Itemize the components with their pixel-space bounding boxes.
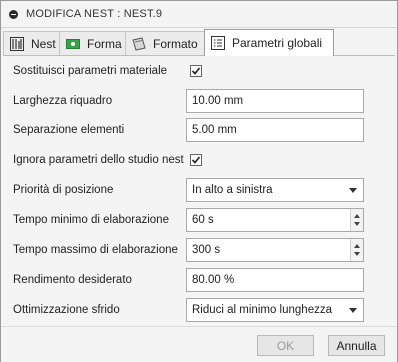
tab-formato[interactable]: Formato (125, 31, 205, 55)
tab-label: Formato (153, 36, 198, 51)
dialog: MODIFICA NEST : NEST.9 Nest Forma Format… (0, 0, 398, 362)
tab-label: Parametri globali (232, 36, 323, 50)
decrement-icon[interactable] (354, 252, 360, 256)
field-label: Sostituisci parametri materiale (13, 65, 168, 77)
field-label: Rendimento desiderato (13, 274, 132, 286)
tab-forma[interactable]: Forma (59, 31, 126, 55)
tab-parametri-globali[interactable]: Parametri globali (204, 29, 334, 56)
list-icon (211, 36, 225, 50)
field-label: Ottimizzazione sfrido (13, 304, 120, 316)
field-label: Ignora parametri dello studio nest (13, 154, 184, 166)
row-frame-width: Larghezza riquadro (13, 88, 112, 114)
decrement-icon[interactable] (354, 222, 360, 226)
material-override-checkbox[interactable] (190, 65, 202, 77)
tab-nest[interactable]: Nest (3, 31, 60, 55)
field-label: Priorità di posizione (13, 184, 114, 196)
field-label: Tempo massimo di elaborazione (13, 244, 178, 256)
dialog-title: MODIFICA NEST : NEST.9 (26, 8, 163, 20)
tab-label: Forma (87, 36, 122, 51)
field-value: 10.00 mm (192, 95, 244, 107)
sheet-icon (132, 36, 146, 51)
row-max-time: Tempo massimo di elaborazione (13, 237, 178, 263)
spinner[interactable] (350, 209, 363, 231)
field-value: In alto a sinistra (192, 184, 273, 196)
title-bar: MODIFICA NEST : NEST.9 (1, 1, 397, 28)
chevron-down-icon (349, 308, 357, 313)
tab-label: Nest (31, 36, 56, 51)
increment-icon[interactable] (354, 244, 360, 248)
shape-icon (66, 37, 80, 51)
chevron-down-icon (349, 188, 357, 193)
field-value: 60 s (192, 214, 214, 226)
spinner[interactable] (350, 239, 363, 261)
tab-strip: Nest Forma Formato Parametri globali (3, 28, 395, 56)
checkmark-icon (191, 156, 201, 164)
row-scrap-optimization: Ottimizzazione sfrido (13, 297, 120, 323)
row-ignore-study: Ignora parametri dello studio nest (13, 147, 184, 173)
checkmark-icon (191, 67, 201, 75)
row-material-override: Sostituisci parametri materiale (13, 58, 167, 84)
frame-width-input[interactable]: 10.00 mm (186, 89, 364, 113)
min-time-stepper[interactable]: 60 s (186, 208, 364, 232)
collapse-icon[interactable] (9, 9, 18, 19)
field-label: Separazione elementi (13, 124, 125, 136)
row-min-time: Tempo minimo di elaborazione (13, 207, 169, 233)
field-label: Larghezza riquadro (13, 95, 113, 107)
scrap-optimization-select[interactable]: Riduci al minimo lunghezza (186, 298, 364, 322)
ignore-study-checkbox[interactable] (190, 154, 202, 166)
field-value: 5.00 mm (192, 124, 237, 136)
field-value: 80.00 % (192, 274, 235, 286)
cancel-button[interactable]: Annulla (328, 335, 385, 356)
position-priority-select[interactable]: In alto a sinistra (186, 178, 364, 202)
dialog-footer: OK Annulla (1, 326, 397, 362)
row-part-spacing: Separazione elementi (13, 117, 124, 143)
increment-icon[interactable] (354, 214, 360, 218)
row-yield: Rendimento desiderato (13, 267, 132, 293)
part-spacing-input[interactable]: 5.00 mm (186, 118, 364, 142)
yield-input[interactable]: 80.00 % (186, 268, 364, 292)
nest-icon (10, 36, 24, 51)
form-panel: Sostituisci parametri materiale Larghezz… (1, 56, 397, 326)
field-value: Riduci al minimo lunghezza (192, 304, 332, 316)
ok-button[interactable]: OK (257, 335, 314, 356)
field-label: Tempo minimo di elaborazione (13, 214, 169, 226)
max-time-stepper[interactable]: 300 s (186, 238, 364, 262)
row-position-priority: Priorità di posizione (13, 177, 113, 203)
field-value: 300 s (192, 244, 221, 256)
